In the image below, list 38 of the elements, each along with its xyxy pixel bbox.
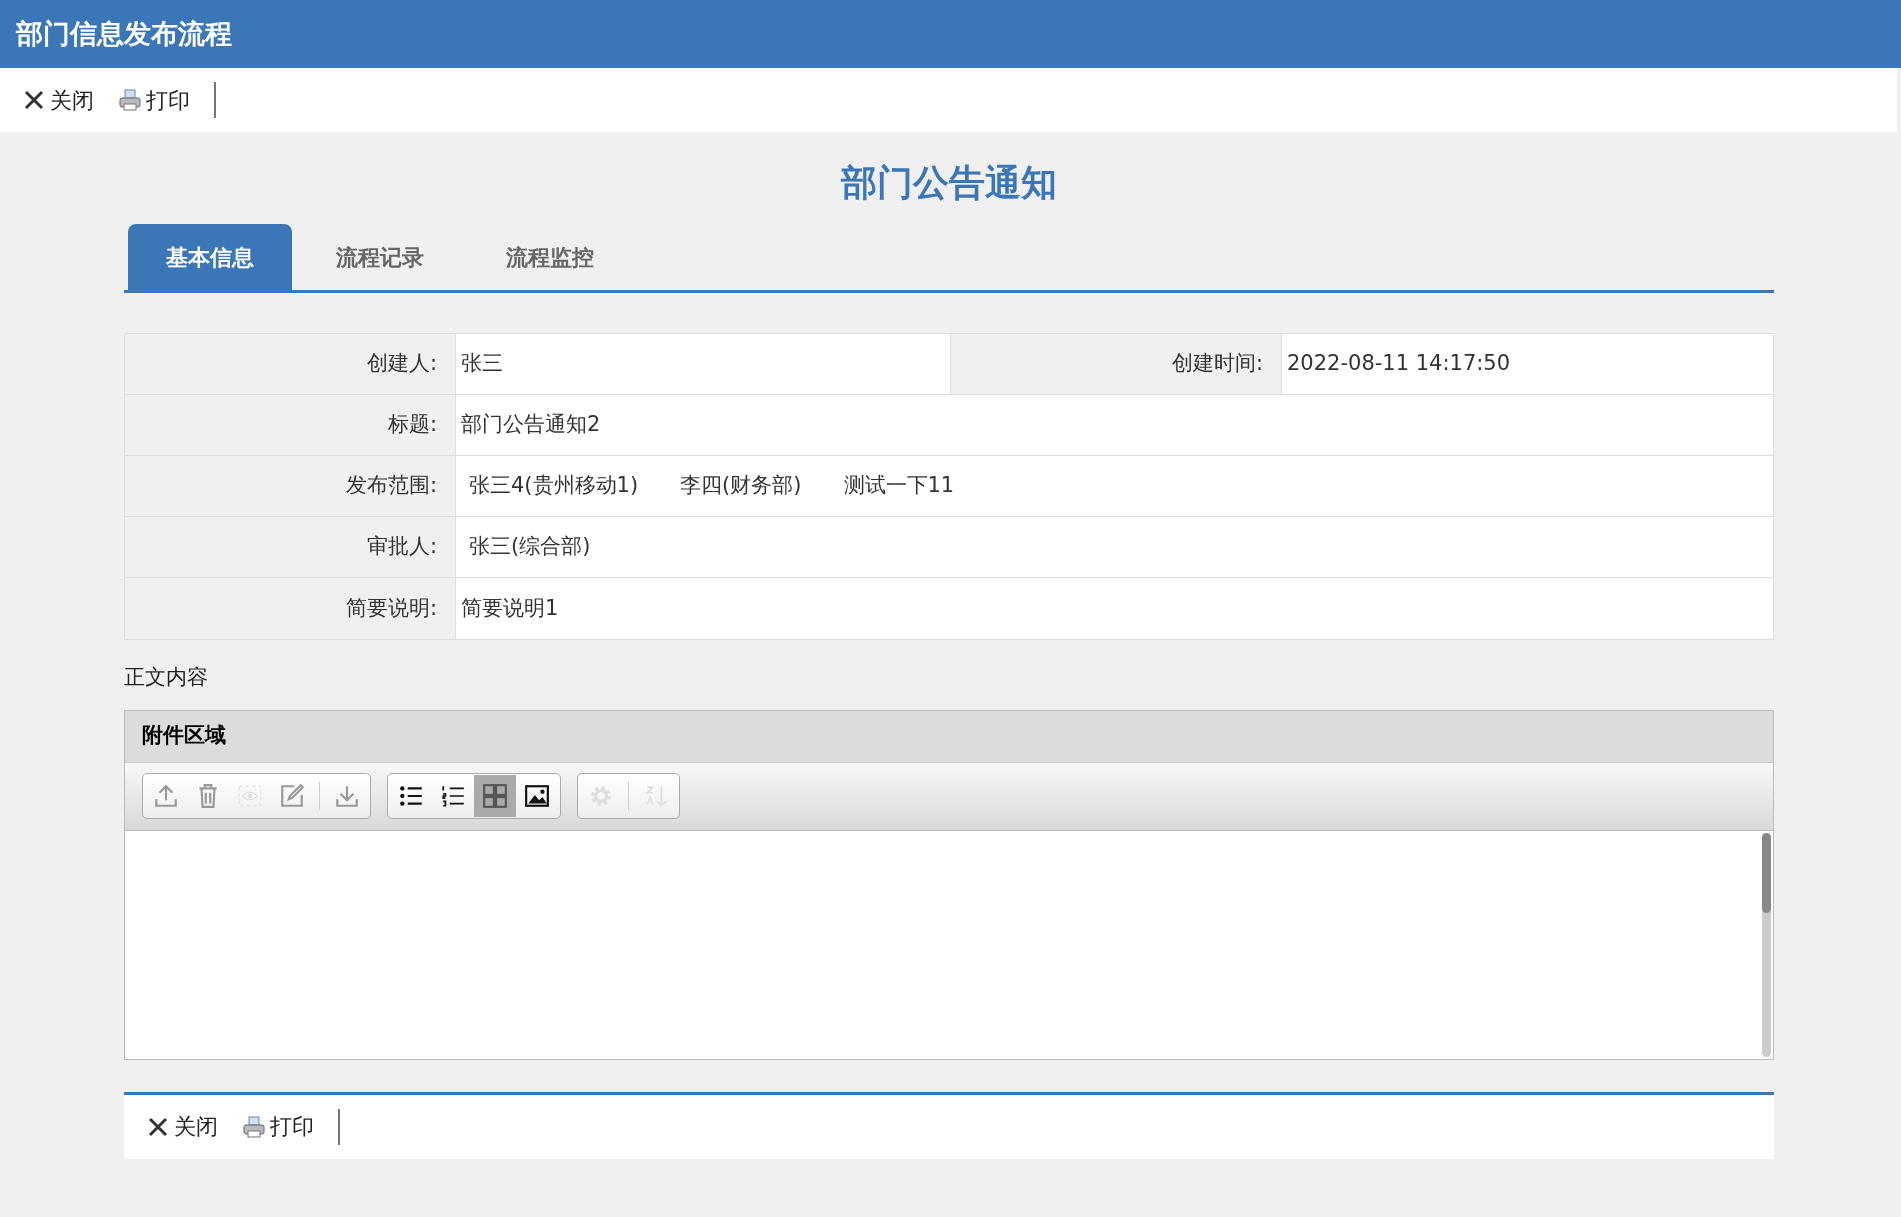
edit-icon — [279, 783, 305, 809]
image-icon — [524, 783, 550, 809]
tab[interactable]: 流程监控 — [468, 224, 632, 290]
list-icon — [398, 783, 424, 809]
grid-icon — [482, 783, 508, 809]
toolbar-button[interactable]: 关闭 — [22, 83, 94, 117]
field-value: 部门公告通知2 — [461, 411, 601, 439]
tab[interactable]: 流程记录 — [298, 224, 462, 290]
panel-title: 附件区域 — [142, 722, 226, 750]
field-value: 2022-08-11 14:17:50 — [1287, 350, 1511, 378]
printer-icon — [242, 1114, 266, 1139]
numbered-list-icon — [440, 783, 466, 809]
upload-icon — [153, 783, 179, 809]
field-label: 标题: — [125, 395, 456, 455]
field-label: 发布范围: — [125, 456, 456, 516]
field-value: 张三 — [461, 350, 503, 378]
field-label: 创建时间: — [951, 334, 1282, 394]
field-label: 审批人: — [125, 517, 456, 577]
toolbar-button[interactable]: 打印 — [118, 83, 190, 117]
sort-icon — [643, 783, 669, 809]
person-tag: 测试一下11 — [835, 470, 955, 502]
download-icon — [334, 783, 360, 809]
field-label: 简要说明: — [125, 578, 456, 639]
field-value: 简要说明1 — [461, 594, 559, 622]
printer-icon — [118, 88, 142, 112]
person-tag: 张三(综合部) — [461, 531, 591, 563]
gear-icon — [588, 783, 614, 809]
eye-icon — [237, 783, 263, 809]
form-title: 部门公告通知 — [839, 161, 1058, 205]
tab[interactable]: 基本信息 — [128, 224, 292, 290]
toolbar-button[interactable]: 关闭 — [146, 1110, 218, 1143]
window-title: 部门信息发布流程 — [16, 16, 232, 51]
field-label: 创建人: — [125, 334, 456, 394]
section-label: 正文内容 — [124, 664, 209, 691]
close-icon — [22, 88, 46, 112]
person-tag: 张三4(贵州移动1) — [461, 470, 639, 502]
person-tag: 李四(财务部) — [672, 470, 802, 502]
toolbar-button[interactable]: 打印 — [242, 1110, 314, 1143]
